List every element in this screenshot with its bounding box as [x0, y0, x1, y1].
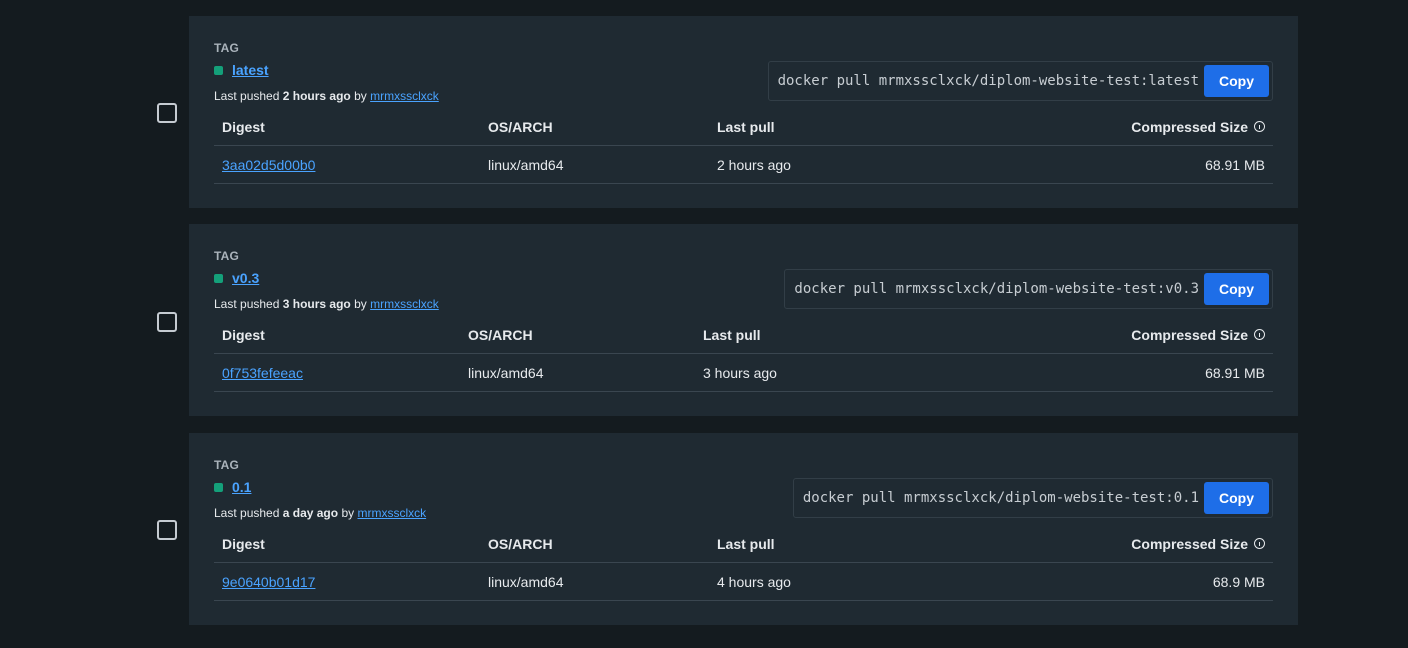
col-last-pull: Last pull [717, 118, 775, 135]
tag-label: TAG [214, 249, 240, 263]
col-digest: Digest [222, 118, 265, 135]
col-os-arch: OS/ARCH [468, 326, 533, 343]
col-os-arch: OS/ARCH [488, 535, 553, 552]
pushed-by: by [341, 506, 355, 520]
tags-list: TAG latest Last pushed 2 hours ago by mr… [0, 0, 1408, 648]
pushed-user-link[interactable]: mrmxssclxck [370, 297, 439, 311]
pushed-time: 2 hours ago [282, 89, 351, 103]
select-tag-checkbox[interactable] [157, 103, 177, 123]
tag-name-row: 0.1 [214, 479, 251, 495]
table-row: 9e0640b01d17 linux/amd64 4 hours ago 68.… [214, 563, 1273, 601]
table-row: 3aa02d5d00b0 linux/amd64 2 hours ago 68.… [214, 146, 1273, 184]
digest-link[interactable]: 9e0640b01d17 [222, 574, 315, 590]
info-circle-icon[interactable] [1254, 121, 1265, 132]
tag-name-row: latest [214, 62, 269, 78]
pushed-by: by [354, 89, 367, 103]
pushed-prefix: Last pushed [214, 297, 280, 311]
copy-button[interactable]: Copy [1204, 273, 1269, 305]
os-arch-cell: linux/amd64 [488, 573, 564, 590]
col-compressed-size: Compressed Size [1131, 316, 1265, 353]
info-circle-icon[interactable] [1254, 538, 1265, 549]
pushed-user-link[interactable]: mrmxssclxck [370, 89, 439, 103]
status-dot-icon [214, 65, 223, 75]
col-compressed-size: Compressed Size [1131, 525, 1265, 562]
col-os-arch: OS/ARCH [488, 118, 553, 135]
col-digest: Digest [222, 535, 265, 552]
table-header: Digest OS/ARCH Last pull Compressed Size [214, 316, 1273, 354]
tag-name-row: v0.3 [214, 270, 259, 286]
last-pushed-info: Last pushed 2 hours ago by mrmxssclxck [214, 89, 439, 103]
pull-command-box: docker pull mrmxssclxck/diplom-website-t… [767, 61, 1273, 101]
tag-card: TAG v0.3 Last pushed 3 hours ago by mrmx… [189, 224, 1298, 416]
tag-card: TAG latest Last pushed 2 hours ago by mr… [189, 16, 1298, 208]
col-compressed-size-label: Compressed Size [1131, 326, 1248, 343]
tag-name-link[interactable]: v0.3 [232, 270, 259, 286]
col-compressed-size-label: Compressed Size [1131, 118, 1248, 135]
pull-command-text[interactable]: docker pull mrmxssclxck/diplom-website-t… [803, 490, 1199, 506]
pull-command-box: docker pull mrmxssclxck/diplom-website-t… [792, 478, 1273, 518]
status-dot-icon [214, 482, 223, 492]
last-pushed-info: Last pushed a day ago by mrmxssclxck [214, 506, 426, 520]
digest-cell: 0f753fefeeac [222, 354, 303, 391]
col-last-pull: Last pull [703, 326, 761, 343]
tag-label: TAG [214, 41, 240, 55]
pull-command-text[interactable]: docker pull mrmxssclxck/diplom-website-t… [794, 281, 1199, 297]
col-compressed-size: Compressed Size [1131, 108, 1265, 145]
size-cell: 68.91 MB [1205, 156, 1265, 173]
table-header: Digest OS/ARCH Last pull Compressed Size [214, 108, 1273, 146]
pushed-by: by [354, 297, 367, 311]
pushed-user-link[interactable]: mrmxssclxck [357, 506, 426, 520]
pushed-prefix: Last pushed [214, 506, 280, 520]
info-circle-icon[interactable] [1254, 329, 1265, 340]
digest-table: Digest OS/ARCH Last pull Compressed Size… [214, 525, 1273, 601]
digest-cell: 3aa02d5d00b0 [222, 146, 315, 183]
pushed-time: a day ago [282, 506, 339, 520]
copy-button[interactable]: Copy [1204, 65, 1269, 97]
last-pull-cell: 2 hours ago [717, 156, 791, 173]
last-pull-cell: 3 hours ago [703, 364, 777, 381]
digest-cell: 9e0640b01d17 [222, 563, 315, 600]
col-last-pull: Last pull [717, 535, 775, 552]
table-row: 0f753fefeeac linux/amd64 3 hours ago 68.… [214, 354, 1273, 392]
tag-name-link[interactable]: latest [232, 62, 269, 78]
pushed-prefix: Last pushed [214, 89, 280, 103]
select-tag-checkbox[interactable] [157, 520, 177, 540]
digest-link[interactable]: 0f753fefeeac [222, 365, 303, 381]
select-tag-checkbox[interactable] [157, 312, 177, 332]
size-cell: 68.9 MB [1212, 573, 1265, 590]
status-dot-icon [214, 273, 223, 283]
pull-command-box: docker pull mrmxssclxck/diplom-website-t… [784, 269, 1273, 309]
digest-link[interactable]: 3aa02d5d00b0 [222, 157, 315, 173]
tag-card: TAG 0.1 Last pushed a day ago by mrmxssc… [189, 433, 1298, 625]
size-cell: 68.91 MB [1205, 364, 1265, 381]
col-compressed-size-label: Compressed Size [1131, 535, 1248, 552]
pull-command-text[interactable]: docker pull mrmxssclxck/diplom-website-t… [778, 73, 1199, 89]
tag-label: TAG [214, 458, 240, 472]
pushed-time: 3 hours ago [282, 297, 351, 311]
copy-button[interactable]: Copy [1204, 482, 1269, 514]
table-header: Digest OS/ARCH Last pull Compressed Size [214, 525, 1273, 563]
os-arch-cell: linux/amd64 [468, 364, 544, 381]
last-pushed-info: Last pushed 3 hours ago by mrmxssclxck [214, 297, 439, 311]
col-digest: Digest [222, 326, 265, 343]
os-arch-cell: linux/amd64 [488, 156, 564, 173]
last-pull-cell: 4 hours ago [717, 573, 791, 590]
digest-table: Digest OS/ARCH Last pull Compressed Size… [214, 316, 1273, 392]
tag-name-link[interactable]: 0.1 [232, 479, 251, 495]
digest-table: Digest OS/ARCH Last pull Compressed Size… [214, 108, 1273, 184]
